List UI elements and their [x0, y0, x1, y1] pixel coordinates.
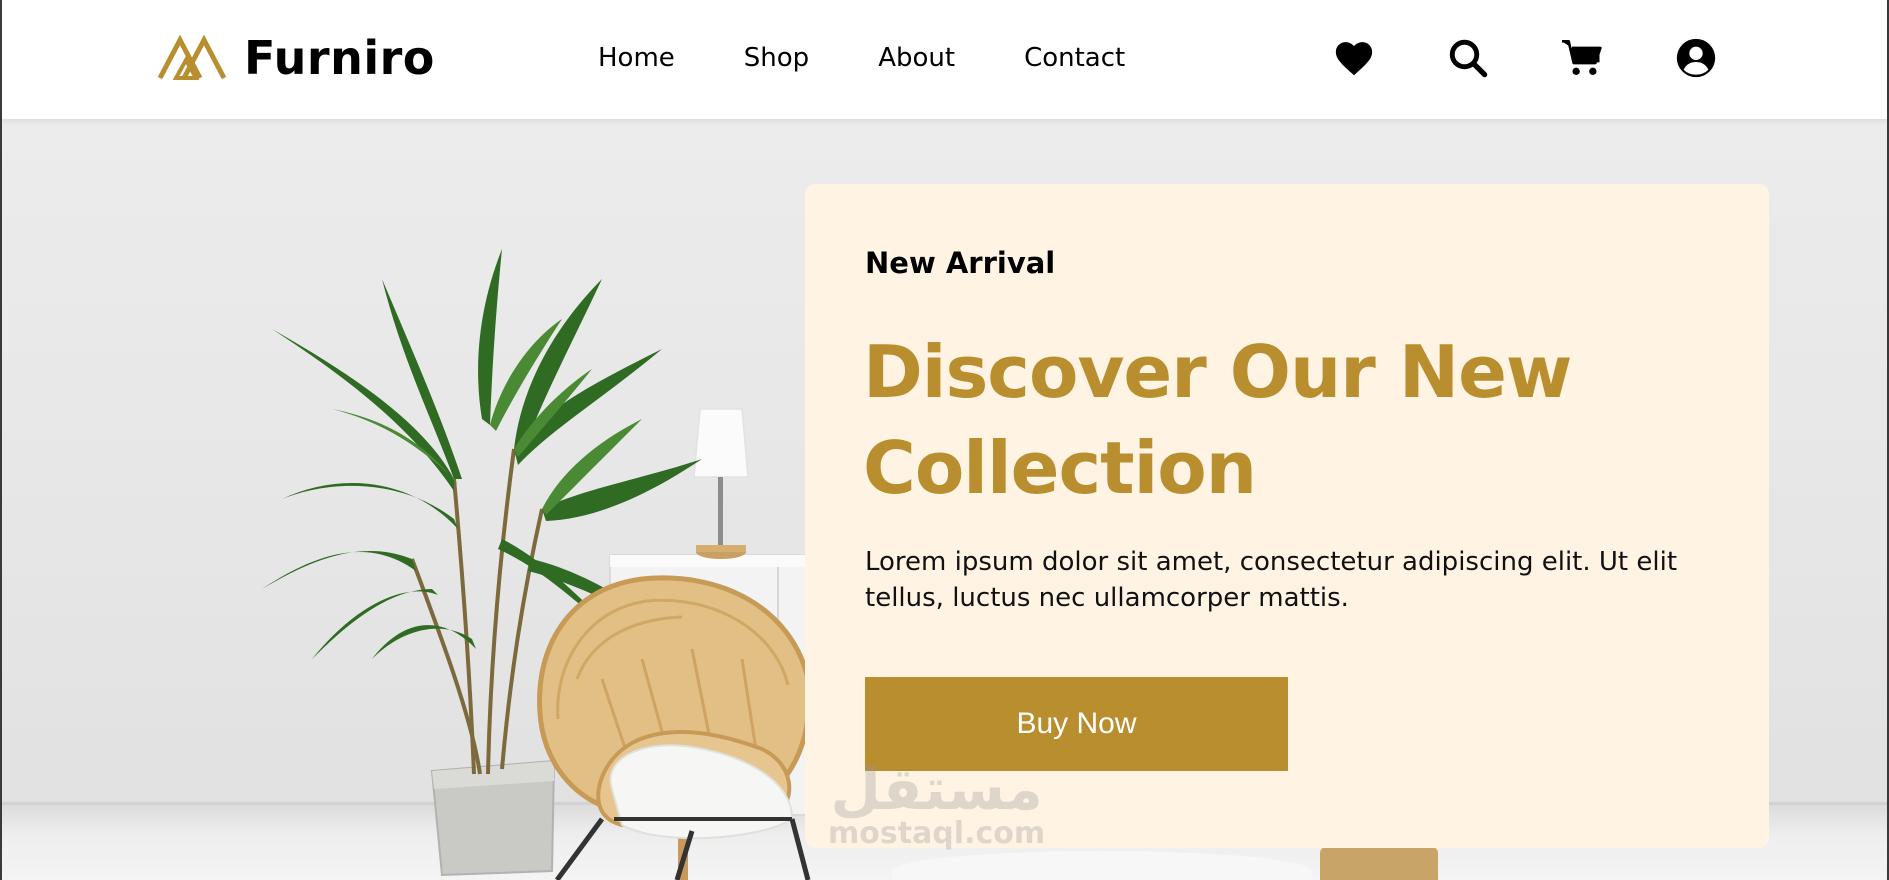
- site-header: Furniro Home Shop About Contact: [2, 0, 1887, 119]
- account-icon: [1676, 38, 1716, 78]
- rattan-chair: [537, 575, 812, 880]
- nav-contact[interactable]: Contact: [1024, 36, 1125, 80]
- watermark-arabic: مستقل: [830, 755, 1043, 823]
- account-button[interactable]: [1670, 32, 1722, 84]
- promo-card: New Arrival Discover Our New Collection …: [805, 184, 1769, 848]
- eyebrow-label: New Arrival: [865, 246, 1056, 280]
- watermark: مستقل mostaql.com: [828, 760, 1045, 850]
- brand-name: Furniro: [244, 31, 435, 85]
- page: Furniro Home Shop About Contact New Arri…: [0, 0, 1889, 880]
- table-lamp: [693, 408, 749, 559]
- heart-icon: [1335, 42, 1373, 76]
- plant-pot: [430, 759, 556, 877]
- plant-stems: [410, 448, 544, 775]
- wishlist-button[interactable]: [1328, 32, 1380, 84]
- cart-icon: [1562, 40, 1602, 75]
- hero-headline: Discover Our New Collection: [863, 324, 1723, 516]
- floor-basket: [1320, 847, 1438, 880]
- header-icons: [1328, 32, 1722, 84]
- cart-button[interactable]: [1556, 32, 1608, 84]
- brand-logo[interactable]: Furniro: [156, 30, 435, 86]
- search-icon: [1449, 39, 1488, 78]
- room-illustration: [262, 249, 822, 880]
- search-button[interactable]: [1442, 32, 1494, 84]
- nav-about[interactable]: About: [878, 36, 955, 80]
- headline-line-1: Discover Our New: [863, 330, 1572, 414]
- triangle-logo-icon: [157, 34, 227, 80]
- watermark-latin: mostaql.com: [828, 816, 1046, 851]
- hero-description: Lorem ipsum dolor sit amet, consectetur …: [865, 547, 1678, 613]
- nav-shop[interactable]: Shop: [744, 36, 809, 80]
- headline-line-2: Collection: [863, 426, 1257, 510]
- main-nav: Home Shop About Contact: [598, 36, 1194, 80]
- nav-home[interactable]: Home: [598, 36, 675, 80]
